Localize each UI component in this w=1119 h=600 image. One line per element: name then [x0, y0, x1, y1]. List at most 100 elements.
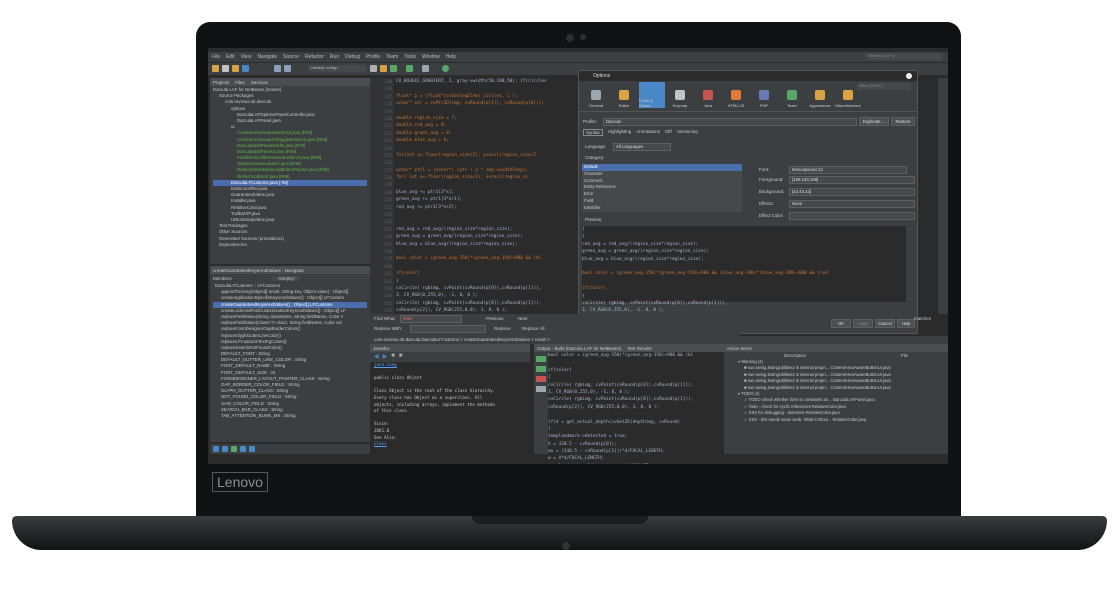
filter-static-icon[interactable]	[222, 446, 228, 452]
category-item[interactable]: Character	[582, 171, 742, 178]
restore-button[interactable]: Restore	[891, 117, 915, 126]
javadoc-line[interactable]: java.lang	[370, 362, 530, 369]
subtab-syntax[interactable]: Syntax	[583, 129, 603, 136]
category-list[interactable]: Default Character Comment Entity Reference E…	[582, 164, 742, 212]
debug-icon[interactable]	[406, 65, 413, 72]
close-icon[interactable]	[906, 73, 912, 79]
menu-item-file[interactable]: File	[212, 54, 220, 60]
effects-select[interactable]: None	[789, 200, 915, 208]
find-input[interactable]: 5008	[400, 315, 462, 323]
options-tab-team[interactable]: Team	[779, 82, 805, 108]
subtab-versioning[interactable]: Versioning	[677, 129, 698, 136]
code-area[interactable]: CV_BOOGIE_GRADIENT, 2, gray->width/50,10…	[396, 78, 568, 315]
new-project-icon[interactable]	[212, 65, 219, 72]
background-select[interactable]: [43,43,43]	[789, 188, 915, 196]
javadoc-tab[interactable]: Javadoc	[373, 346, 390, 351]
redo-icon[interactable]	[284, 65, 291, 72]
replace-all-button[interactable]: Replace All	[522, 326, 545, 331]
build-icon[interactable]	[370, 65, 377, 72]
menu-item-profile[interactable]: Profile	[366, 54, 380, 60]
subtab-highlighting[interactable]: Highlighting	[608, 129, 632, 136]
javadoc-line[interactable]: Class	[370, 441, 530, 448]
breadcrumb[interactable]: com.revivius.nb.darcula.DarculaLFCustoms…	[370, 336, 948, 344]
category-item[interactable]: Identifier	[582, 205, 742, 212]
test-results-tab[interactable]: Test Results	[627, 346, 652, 351]
menu-item-navigate[interactable]: Navigate	[257, 54, 277, 60]
menu-item-team[interactable]: Team	[386, 54, 398, 60]
tree-node[interactable]: Dependencies	[213, 242, 367, 248]
replace-input[interactable]	[410, 325, 486, 333]
options-filter-input[interactable]: Filter (Ctrl+F)	[857, 83, 911, 90]
clean-build-icon[interactable]	[380, 65, 387, 72]
tab-projects[interactable]: Projects	[213, 80, 229, 85]
back-icon[interactable]: ◀	[374, 353, 379, 360]
options-tab-editor[interactable]: Editor	[611, 82, 637, 108]
navigator-title[interactable]: createGuaranteedKeysAndValues - Navigato…	[213, 268, 304, 273]
run-icon[interactable]	[390, 65, 397, 72]
todo-item[interactable]: ✓ XXX - this needs some work. What it sh…	[738, 417, 948, 423]
options-tab-general[interactable]: General	[583, 82, 609, 108]
category-item[interactable]: Entity Reference	[582, 184, 742, 191]
code-editor[interactable]: 118 116 117 118 119 120 121 122 123 124 125 126 127 1…	[370, 78, 568, 318]
category-item[interactable]: Comment	[582, 178, 742, 185]
gc-icon[interactable]	[442, 65, 449, 72]
output-tab[interactable]: Output - Build (Darcula LAF for NetBeans…	[537, 346, 621, 351]
action-items-tab[interactable]: Action Items	[727, 346, 752, 351]
replace-button[interactable]: Replace	[494, 326, 511, 331]
stop-icon[interactable]	[536, 376, 546, 382]
tab-services[interactable]: Services	[251, 80, 268, 85]
options-tab-java[interactable]: Java	[695, 82, 721, 108]
file-column-header[interactable]: File	[901, 353, 908, 358]
forward-icon[interactable]: ▶	[383, 353, 388, 360]
profile-select[interactable]: Darcula	[603, 118, 857, 126]
menu-item-help[interactable]: Help	[446, 54, 456, 60]
rerun-modified-icon[interactable]	[536, 366, 546, 372]
options-tab-appearance[interactable]: Appearance	[807, 82, 833, 108]
category-item[interactable]: Error	[582, 191, 742, 198]
open-project-icon[interactable]	[232, 65, 239, 72]
filter-fields-icon[interactable]	[213, 446, 219, 452]
menu-item-tools[interactable]: Tools	[404, 54, 416, 60]
navigator-item[interactable]: TAB_ATTENTION_BLINK_MS : String	[213, 413, 367, 419]
menu-item-window[interactable]: Window	[422, 54, 440, 60]
menu-item-run[interactable]: Run	[330, 54, 339, 60]
foreground-select[interactable]: [169,183,198]	[789, 176, 915, 184]
language-select[interactable]: All Languages	[613, 143, 671, 151]
subtab-diff[interactable]: Diff	[665, 129, 672, 136]
menu-item-edit[interactable]: Edit	[226, 54, 235, 60]
category-item[interactable]: Field	[582, 198, 742, 205]
options-tab-php[interactable]: PHP	[751, 82, 777, 108]
options-tab-fonts-colors[interactable]: Fonts & Colors	[639, 82, 665, 108]
undo-icon[interactable]	[274, 65, 281, 72]
sort-position-icon[interactable]	[249, 446, 255, 452]
tab-files[interactable]: Files	[235, 80, 245, 85]
search-input[interactable]: Search (Ctrl+I)	[865, 53, 942, 60]
category-item[interactable]: Default	[582, 164, 742, 171]
filter-inherited-icon[interactable]	[231, 446, 237, 452]
navigator-filter-select[interactable]: <empty>	[271, 275, 302, 281]
menu-item-view[interactable]: View	[241, 54, 252, 60]
config-select[interactable]: <default config>	[308, 65, 366, 72]
rerun-icon[interactable]	[536, 356, 546, 362]
navigator-members-label[interactable]: Members	[213, 276, 232, 281]
effect-color-select[interactable]	[789, 212, 915, 220]
menu-item-refactor[interactable]: Refactor	[305, 54, 324, 60]
menu-item-debug[interactable]: Debug	[345, 54, 360, 60]
settings-icon[interactable]	[536, 386, 546, 392]
options-tab-html-js[interactable]: HTML/JS	[723, 82, 749, 108]
menu-item-source[interactable]: Source	[283, 54, 299, 60]
font-field[interactable]: Monospaced 13	[789, 166, 907, 174]
next-button[interactable]: Next	[518, 316, 527, 321]
save-all-icon[interactable]	[242, 65, 249, 72]
browser-icon[interactable]: ■	[391, 353, 395, 359]
subtab-annotations[interactable]: Annotations	[636, 129, 660, 136]
sort-alpha-icon[interactable]	[240, 446, 246, 452]
options-tab-keymap[interactable]: Keymap	[667, 82, 693, 108]
profile-icon[interactable]	[422, 65, 429, 72]
new-file-icon[interactable]	[222, 65, 229, 72]
description-column-header[interactable]: Description	[784, 353, 806, 358]
duplicate-button[interactable]: Duplicate ...	[859, 117, 889, 126]
previous-button[interactable]: Previous	[486, 316, 504, 321]
navigator-item[interactable]: createApplicationSpecificKeysAndValues()…	[213, 295, 367, 301]
source-icon[interactable]: ■	[399, 353, 403, 359]
